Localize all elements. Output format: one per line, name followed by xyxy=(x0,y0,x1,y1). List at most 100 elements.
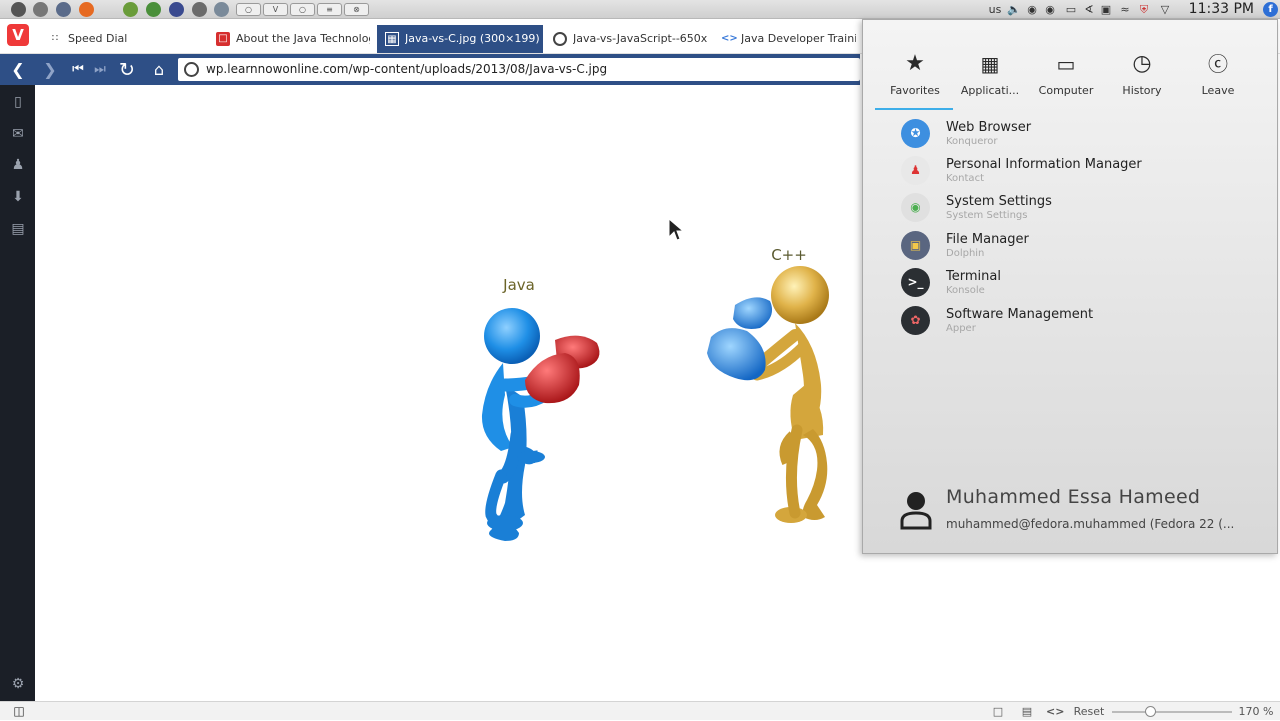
panel-toggle-icon[interactable]: ◫ xyxy=(10,702,28,721)
tray-expand-chevron-icon[interactable]: ▽ xyxy=(1157,2,1173,17)
mail-icon[interactable]: ✉ xyxy=(9,125,27,143)
app-launcher-icon[interactable] xyxy=(11,2,26,17)
taskbar-window-button[interactable]: ≡ xyxy=(317,3,342,16)
tab-java-developer-training[interactable]: <> Java Developer Trainin xyxy=(713,25,860,53)
tab-speed-dial[interactable]: ∷ Speed Dial xyxy=(40,25,206,53)
url-text: wp.learnnowonline.com/wp-content/uploads… xyxy=(206,62,608,76)
site-info-globe-icon[interactable] xyxy=(184,62,199,77)
tab-leave[interactable]: ⓒ Leave xyxy=(1180,46,1256,110)
favorite-subtitle: Apper xyxy=(946,323,976,334)
tab-java-vs-c[interactable]: ▦ Java-vs-C.jpg (300×199) xyxy=(377,25,543,53)
tab-leave-label: Leave xyxy=(1201,84,1235,97)
favorite-name: File Manager xyxy=(946,232,1029,247)
zoom-slider[interactable] xyxy=(1112,711,1232,713)
mouse-cursor-icon xyxy=(668,217,685,241)
home-button[interactable]: ⌂ xyxy=(148,59,170,81)
bird-icon[interactable] xyxy=(214,2,229,17)
kickoff-launcher-button[interactable]: f xyxy=(1263,2,1278,17)
favorite-name: Software Management xyxy=(946,307,1094,322)
tab-computer[interactable]: ▭ Computer xyxy=(1028,46,1104,110)
fast-forward-button[interactable]: ⏭ xyxy=(89,59,111,81)
downloads-icon[interactable]: ⬇ xyxy=(9,188,27,206)
favorite-file-manager[interactable]: ▣ File Manager Dolphin xyxy=(887,228,1267,264)
favorite-name: Terminal xyxy=(946,269,1001,284)
forward-button[interactable]: ❯ xyxy=(39,59,61,81)
dev-icon: <> xyxy=(721,33,738,44)
clipboard-icon[interactable]: ▣ xyxy=(1099,2,1113,17)
favorite-terminal[interactable]: >_ Terminal Konsole xyxy=(887,265,1267,301)
tab-applications[interactable]: ▦ Applicati... xyxy=(952,46,1028,110)
system-panel: ○ V ○ ≡ ⊗ us 🔈 ◉ ◉ ▭ ∢ ▣ ≈ ⛨ ▽ 11:33 PM f xyxy=(0,0,1280,19)
tab-applications-label: Applicati... xyxy=(960,84,1020,97)
record-icon[interactable]: ◉ xyxy=(1024,2,1040,17)
tab-label: About the Java Technolog xyxy=(236,32,370,45)
tab-label: Java Developer Trainin xyxy=(741,32,856,45)
wifi-icon[interactable]: ≈ xyxy=(1117,2,1133,17)
favorite-subtitle: Konsole xyxy=(946,285,985,296)
taskbar-window-button[interactable]: V xyxy=(263,3,288,16)
page-actions-icon[interactable]: <> xyxy=(1046,702,1064,721)
bookmarks-icon[interactable]: ▯ xyxy=(9,93,27,111)
tab-favorites[interactable]: ★ Favorites xyxy=(877,46,953,110)
taskbar-window-button[interactable]: ○ xyxy=(290,3,315,16)
tab-about-java[interactable]: □ About the Java Technolog xyxy=(208,25,374,53)
volume-icon[interactable]: 🔈 xyxy=(1006,2,1022,17)
kontact-icon: ♟ xyxy=(901,156,930,185)
inkscape-icon[interactable] xyxy=(123,2,138,17)
applications-icon: ▦ xyxy=(980,52,1000,76)
address-bar[interactable]: wp.learnnowonline.com/wp-content/uploads… xyxy=(178,58,860,81)
taskbar-window-button[interactable]: ○ xyxy=(236,3,261,16)
rewind-button[interactable]: ⏮ xyxy=(67,59,89,81)
favorite-subtitle: System Settings xyxy=(946,210,1028,221)
user-avatar-icon xyxy=(900,492,932,530)
keyboard-layout-indicator[interactable]: us xyxy=(986,2,1004,17)
navigation-bar: ❮ ❯ ⏮ ⏭ ↻ ⌂ wp.learnnowonline.com/wp-con… xyxy=(0,54,860,85)
tab-history[interactable]: ◷ History xyxy=(1104,46,1180,110)
favorite-name: Web Browser xyxy=(946,120,1032,135)
contacts-icon[interactable]: ♟ xyxy=(9,156,27,174)
camera-icon[interactable] xyxy=(56,2,71,17)
favorite-subtitle: Kontact xyxy=(946,173,984,184)
user-host: muhammed@fedora.muhammed (Fedora 22 (... xyxy=(946,517,1235,531)
page-tiling-icon[interactable]: □ xyxy=(990,702,1006,721)
java-icon: □ xyxy=(216,32,230,46)
settings-gear-icon[interactable]: ⚙ xyxy=(9,675,27,693)
favorite-name: Personal Information Manager xyxy=(946,157,1142,172)
tab-computer-label: Computer xyxy=(1038,84,1094,97)
favorite-web-browser[interactable]: ✪ Web Browser Konqueror xyxy=(887,116,1267,152)
back-button[interactable]: ❮ xyxy=(7,59,29,81)
disk-icon[interactable] xyxy=(33,2,48,17)
star-icon: ★ xyxy=(905,51,925,76)
ktorrent-icon[interactable] xyxy=(146,2,161,17)
zoom-slider-thumb[interactable] xyxy=(1145,706,1157,717)
favorite-personal-information-manager[interactable]: ♟ Personal Information Manager Kontact xyxy=(887,153,1267,189)
favorite-software-management[interactable]: ✿ Software Management Apper xyxy=(887,303,1267,339)
vivaldi-menu-button[interactable]: V xyxy=(7,24,29,46)
java-label: Java xyxy=(502,276,535,294)
flag-icon[interactable] xyxy=(169,2,184,17)
firefox-icon[interactable] xyxy=(79,2,94,17)
editor-icon[interactable] xyxy=(192,2,207,17)
clock[interactable]: 11:33 PM xyxy=(1189,0,1254,19)
reload-button[interactable]: ↻ xyxy=(116,59,138,81)
images-toggle-icon[interactable]: ▤ xyxy=(1018,702,1036,721)
favorite-system-settings[interactable]: ◉ System Settings System Settings xyxy=(887,190,1267,226)
kickoff-application-launcher: ★ Favorites ▦ Applicati... ▭ Computer ◷ … xyxy=(862,19,1278,554)
battery-icon[interactable]: ▭ xyxy=(1062,2,1080,17)
tab-label: Speed Dial xyxy=(68,32,128,45)
tab-label: Java-vs-C.jpg (300×199) xyxy=(405,32,539,45)
media-icon[interactable]: ◉ xyxy=(1042,2,1058,17)
status-bar: ◫ □ ▤ <> Reset 170 % xyxy=(0,701,1280,720)
java-boxer-figure xyxy=(481,308,600,541)
updates-shield-icon[interactable]: ⛨ xyxy=(1137,2,1151,17)
taskbar-window-button[interactable]: ⊗ xyxy=(344,3,369,16)
grid-icon: ∷ xyxy=(51,33,59,44)
konqueror-icon: ✪ xyxy=(901,119,930,148)
folder-icon: ▣ xyxy=(901,231,930,260)
favorite-subtitle: Dolphin xyxy=(946,248,985,259)
zoom-reset-button[interactable]: Reset xyxy=(1070,702,1108,721)
notes-icon[interactable]: ▤ xyxy=(9,220,27,238)
bluetooth-icon[interactable]: ∢ xyxy=(1082,2,1096,17)
user-full-name: Muhammed Essa Hameed xyxy=(946,486,1201,508)
tab-java-vs-javascript[interactable]: Java-vs-JavaScript--650x xyxy=(545,25,711,53)
